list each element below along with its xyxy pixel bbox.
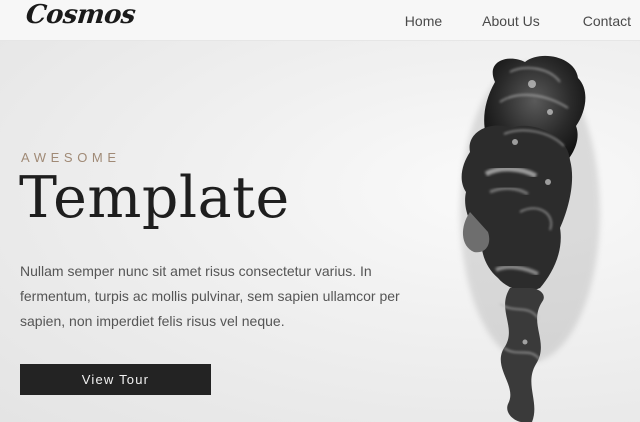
- main-nav: Home About Us Contact: [405, 0, 640, 41]
- nav-home[interactable]: Home: [405, 13, 442, 29]
- nav-about-us[interactable]: About Us: [482, 13, 540, 29]
- hero-description: Nullam semper nunc sit amet risus consec…: [20, 263, 400, 329]
- site-logo[interactable]: Cosmos: [24, 0, 136, 30]
- view-tour-button[interactable]: View Tour: [20, 364, 211, 395]
- top-navigation-bar: Cosmos Home About Us Contact: [0, 0, 640, 41]
- nav-contact[interactable]: Contact: [583, 13, 631, 29]
- hero-title: Template: [19, 165, 290, 231]
- smoke-portrait-image: [460, 55, 600, 422]
- hero-eyebrow: AWESOME: [21, 150, 121, 165]
